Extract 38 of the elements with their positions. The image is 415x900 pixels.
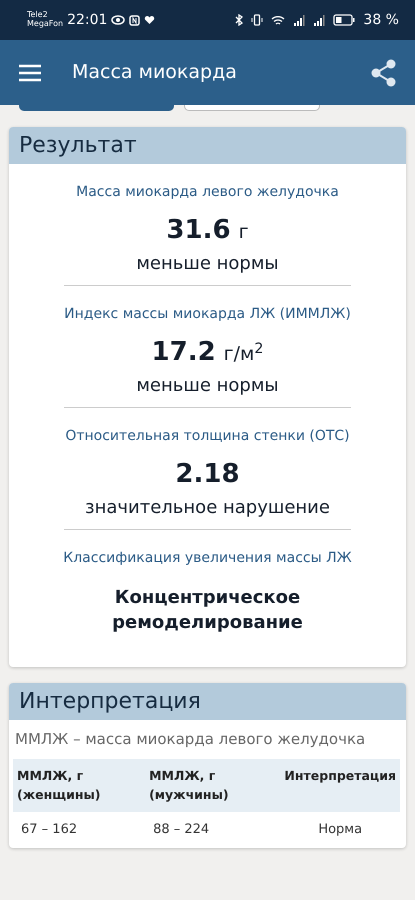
result-label: Масса миокарда левого желудочка	[75, 183, 340, 202]
unit: г	[238, 220, 249, 245]
section-header: Результат	[9, 127, 406, 164]
heart-icon	[144, 15, 156, 25]
result-value: 2.18	[175, 458, 240, 491]
share-icon[interactable]	[371, 58, 397, 86]
result-value: 17.2	[152, 336, 216, 369]
bluetooth-icon	[235, 14, 244, 26]
menu-icon[interactable]	[18, 64, 42, 82]
vibrate-icon	[251, 14, 264, 26]
result-value: 31.6	[166, 214, 231, 247]
carrier-name: MegaFon	[27, 20, 64, 29]
table-cell-text: 88 – 224	[152, 821, 210, 840]
result-label: Классификация увеличения массы ЛЖ	[62, 549, 353, 568]
clock: 22:01	[67, 10, 108, 30]
column-header: Интерпретация	[280, 758, 400, 812]
section-header: Интерпретация	[9, 683, 406, 720]
result-note: меньше нормы	[135, 374, 280, 398]
unit: г/м$^{2}$	[224, 340, 264, 367]
result-note: меньше нормы	[135, 252, 280, 276]
battery-icon	[333, 14, 356, 26]
subtitle: ММЛЖ – масса миокарда левого желудочка	[14, 729, 366, 750]
battery-percentage: 38 %	[363, 10, 399, 30]
result-note: значительное нарушение	[84, 496, 331, 520]
eye-icon	[111, 15, 126, 25]
nfc-icon	[129, 14, 140, 26]
table-cell-text: Норма	[317, 821, 364, 840]
signal-icon	[293, 14, 306, 26]
result-label: Относительная толщина стенки (ОТС)	[64, 427, 351, 446]
table-cell-text: 67 – 162	[20, 821, 78, 840]
app-title: Масса миокарда	[72, 60, 237, 86]
result-value: Концентрическое ремоделирование	[111, 586, 304, 636]
result-label: Индекс массы миокарда ЛЖ (ИММЛЖ)	[63, 305, 352, 324]
column-header: ММЛЖ, г (женщины)	[13, 758, 146, 812]
wifi-icon	[271, 14, 286, 26]
signal-icon	[313, 14, 326, 26]
column-header: ММЛЖ, г (мужчины)	[145, 758, 280, 812]
carrier-name: Tele2	[27, 11, 49, 20]
